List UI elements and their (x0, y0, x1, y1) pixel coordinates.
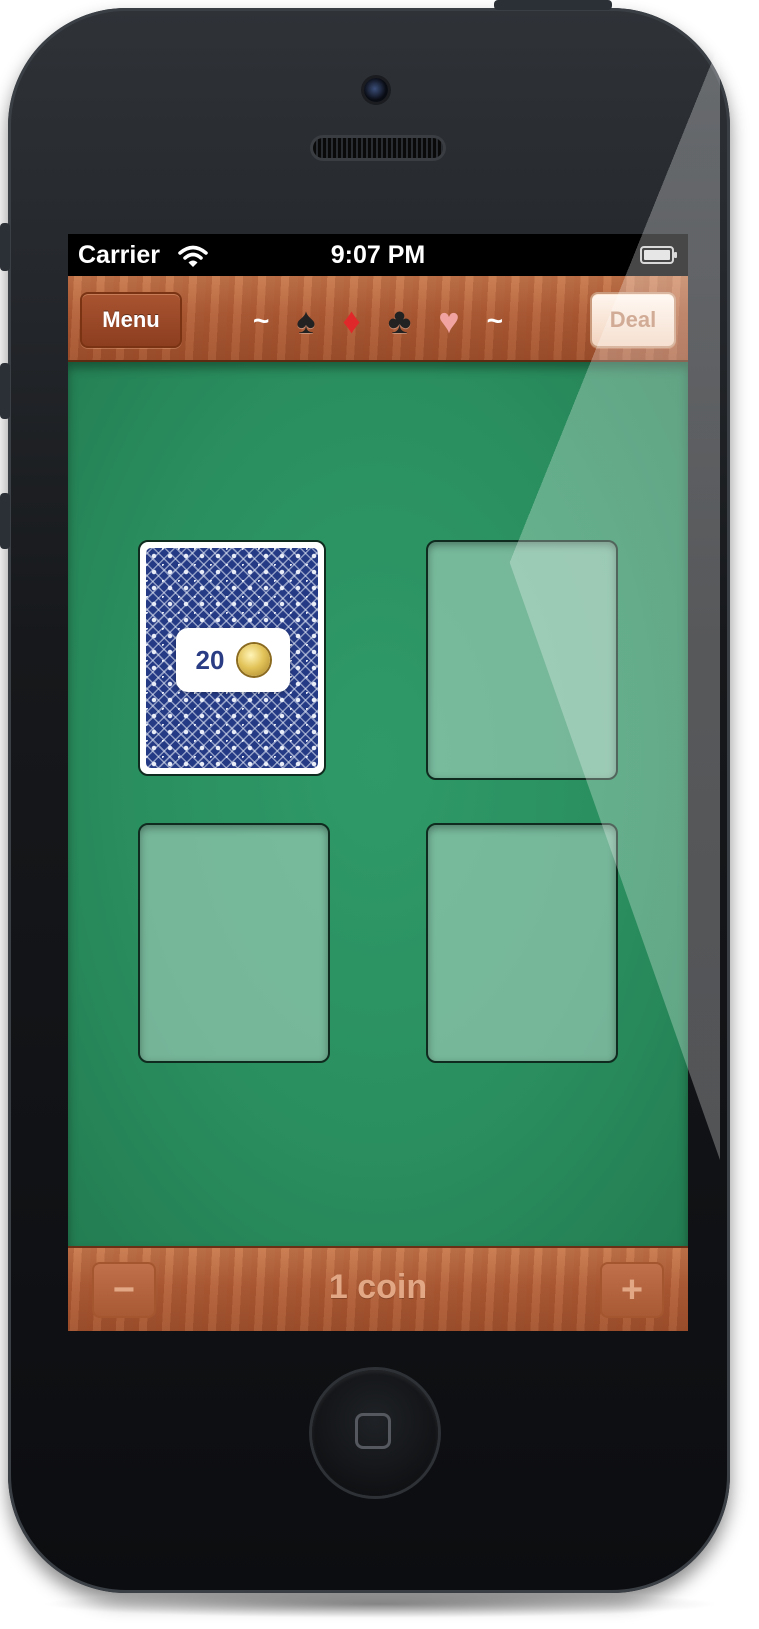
suits-title: ~ ♠ ♦ ♣ ♥ ~ (253, 296, 503, 346)
card-slot-1-face-down[interactable]: 20 (138, 540, 326, 776)
status-time: 9:07 PM (330, 241, 426, 269)
phone-shadow (40, 1590, 720, 1618)
ringer-switch (0, 223, 10, 271)
card-back-pattern: 20 (146, 548, 318, 768)
increase-bet-button[interactable]: + (600, 1262, 664, 1318)
coin-icon (238, 644, 271, 676)
title-tilde-left: ~ (253, 305, 270, 336)
bottom-toolbar: − 1 coin + (68, 1246, 688, 1331)
bet-badge: 20 (176, 628, 290, 692)
volume-up-button (0, 363, 10, 419)
home-square-icon (355, 1413, 391, 1449)
status-bar: Carrier 9:07 PM (68, 234, 688, 276)
top-toolbar: Menu ~ ♠ ♦ ♣ ♥ ~ Deal (68, 276, 688, 362)
card-slot-2-empty[interactable] (426, 540, 618, 780)
card-table: 20 (68, 362, 688, 1246)
screen: Carrier 9:07 PM Menu ~ ♠ ♦ ♣ ♥ ~ Deal 20… (68, 234, 688, 1331)
heart-icon: ♥ (438, 300, 460, 341)
card-slot-3-empty[interactable] (138, 823, 330, 1063)
diamond-icon: ♦ (342, 300, 361, 341)
menu-button[interactable]: Menu (80, 292, 182, 348)
title-tilde-right: ~ (486, 305, 503, 336)
battery-icon (640, 246, 677, 264)
earpiece-speaker (313, 138, 443, 158)
club-icon: ♣ (387, 300, 412, 341)
spade-icon: ♠ (296, 300, 316, 341)
home-button[interactable] (312, 1370, 438, 1496)
deal-button[interactable]: Deal (590, 292, 676, 348)
phone-frame: Carrier 9:07 PM Menu ~ ♠ ♦ ♣ ♥ ~ Deal 20… (0, 0, 730, 1593)
coin-count-label: 1 coin (328, 1268, 428, 1306)
power-button (494, 0, 612, 10)
card-slot-4-empty[interactable] (426, 823, 618, 1063)
volume-down-button (0, 493, 10, 549)
front-camera (364, 78, 388, 102)
bet-value: 20 (195, 644, 225, 675)
